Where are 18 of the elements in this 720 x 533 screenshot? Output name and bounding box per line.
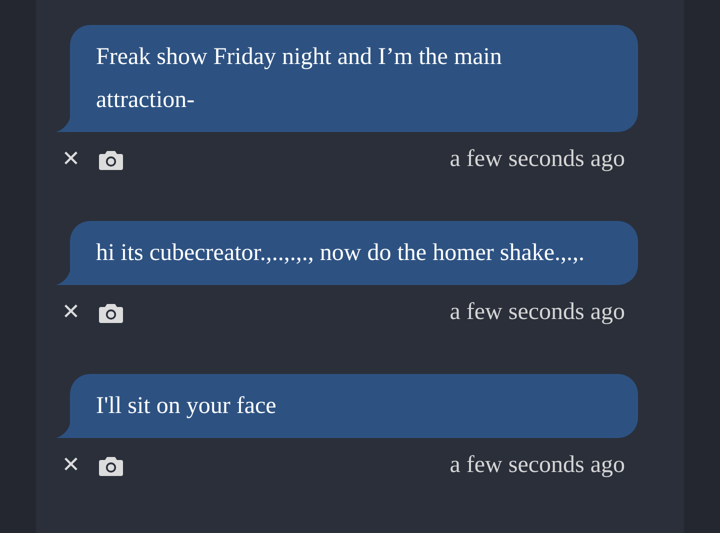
timestamp: a few seconds ago bbox=[450, 299, 625, 326]
camera-button[interactable] bbox=[99, 302, 123, 322]
message-bubble: I'll sit on your face bbox=[70, 374, 638, 438]
delete-button[interactable]: ✕ bbox=[61, 147, 81, 172]
message-bubble: Freak show Friday night and I’m the main attraction- bbox=[70, 25, 638, 132]
delete-button[interactable]: ✕ bbox=[61, 453, 81, 478]
bubble-tail bbox=[56, 424, 70, 438]
camera-icon bbox=[99, 456, 123, 476]
camera-icon bbox=[99, 150, 123, 170]
message-bubble: hi its cubecreator.,..,.,., now do the homer shake.,.,. bbox=[70, 221, 638, 285]
timestamp: a few seconds ago bbox=[450, 146, 625, 173]
camera-icon bbox=[99, 302, 123, 322]
bubble-tail bbox=[56, 271, 70, 285]
delete-button[interactable]: ✕ bbox=[61, 300, 81, 325]
timestamp: a few seconds ago bbox=[450, 452, 625, 479]
bubble-tail bbox=[56, 118, 70, 132]
camera-button[interactable] bbox=[99, 150, 123, 170]
camera-button[interactable] bbox=[99, 456, 123, 476]
